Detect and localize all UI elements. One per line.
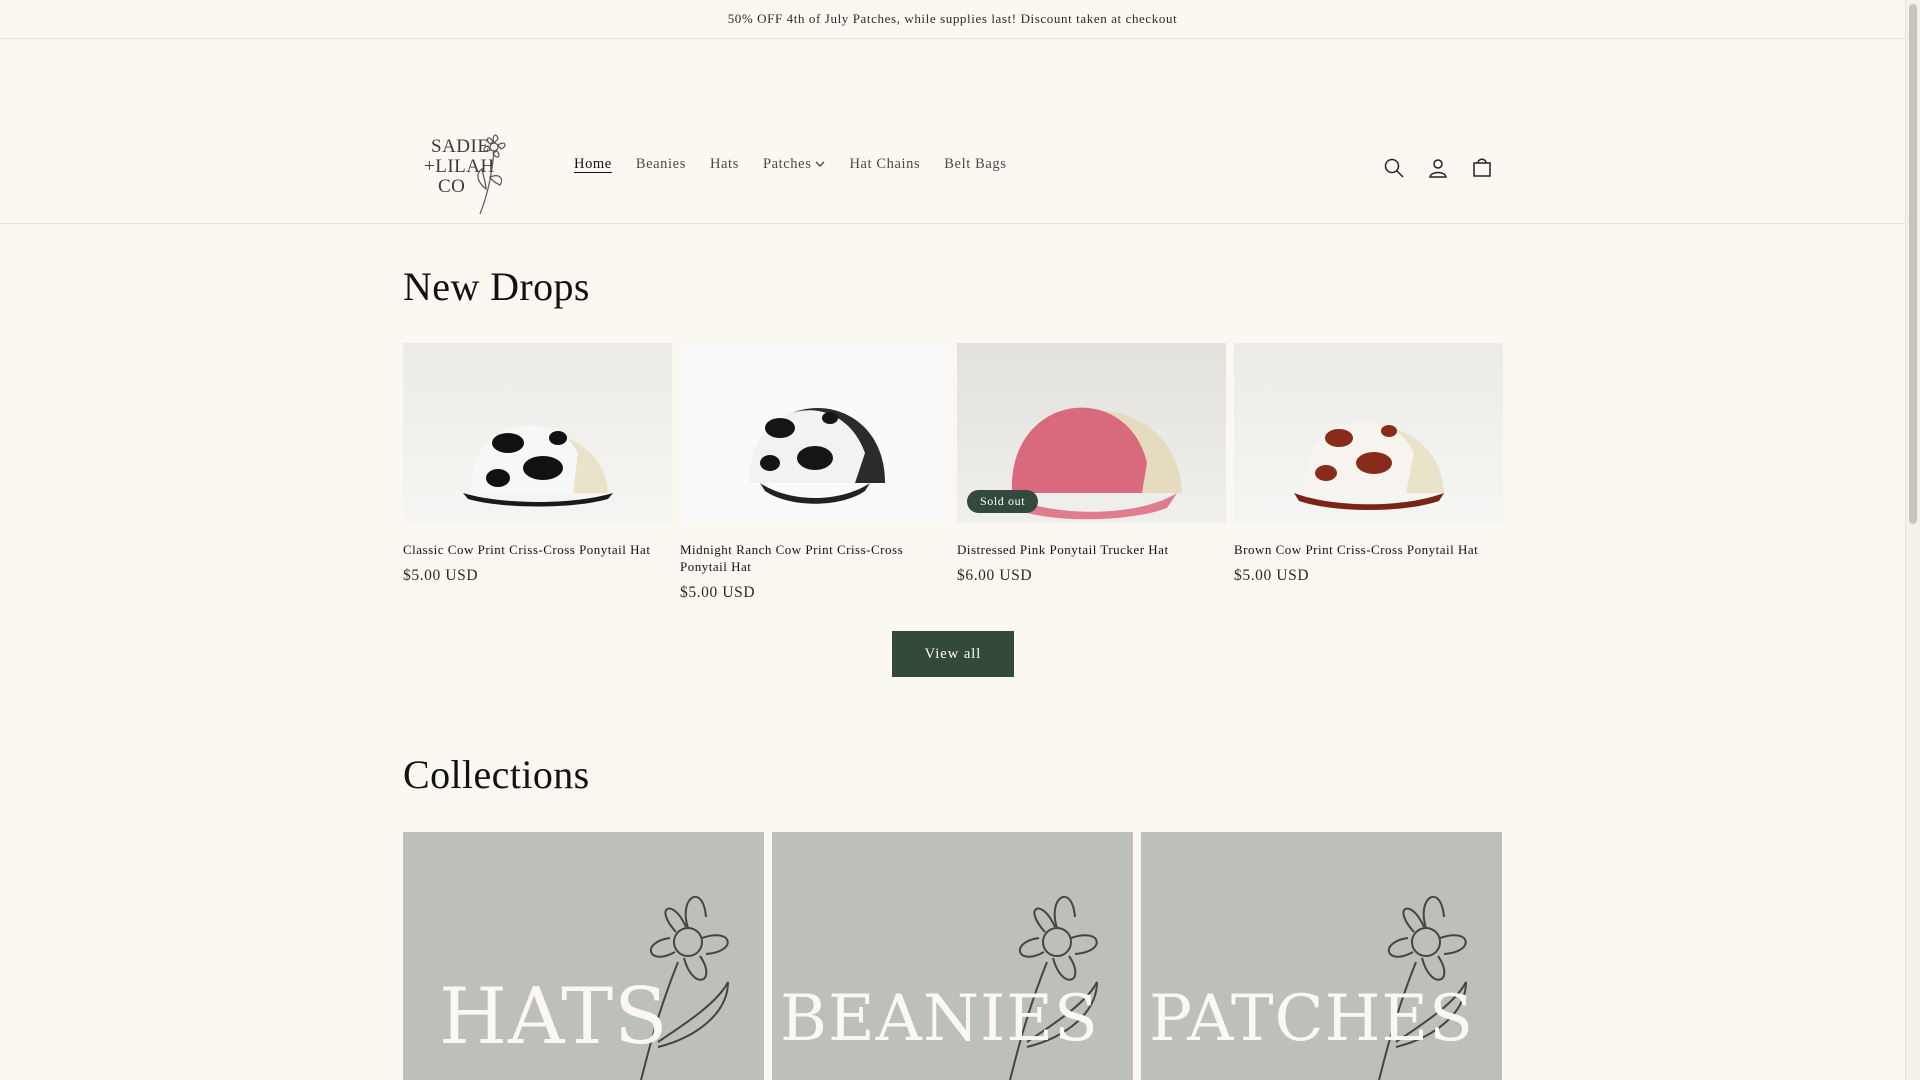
product-name: Midnight Ranch Cow Print Criss-Cross Pon…	[680, 542, 904, 574]
product-card[interactable]: Midnight Ranch Cow Print Criss-Cross Pon…	[680, 343, 949, 602]
collection-card-beanies[interactable]: BEANIES	[772, 832, 1133, 1080]
sold-out-badge: Sold out	[967, 490, 1039, 513]
scrollbar-thumb[interactable]	[1909, 4, 1917, 524]
product-name: Classic Cow Print Criss-Cross Ponytail H…	[403, 542, 651, 557]
store-logo[interactable]: SADIE +LILAH CO	[418, 89, 528, 215]
product-price: $6.00 USD	[957, 567, 1033, 584]
search-icon[interactable]	[1382, 156, 1406, 180]
scrollbar[interactable]	[1905, 0, 1920, 1080]
collection-card-hats[interactable]: HATS	[403, 832, 764, 1080]
page: 50% OFF 4th of July Patches, while suppl…	[0, 0, 1905, 1080]
nav-belt-bags[interactable]: Belt Bags	[932, 156, 1018, 173]
announcement-text: 50% OFF 4th of July Patches, while suppl…	[727, 11, 1178, 26]
chevron-down-icon	[815, 161, 825, 167]
nav-hat-chains-label: Hat Chains	[849, 156, 921, 172]
midnight-cow-print-hat-image	[749, 408, 885, 504]
nav-hats[interactable]: Hats	[698, 156, 751, 173]
nav-beanies-label: Beanies	[635, 156, 686, 172]
collection-card-patches[interactable]: PATCHES	[1141, 832, 1502, 1080]
product-card[interactable]: Brown Cow Print Criss-Cross Ponytail Hat…	[1234, 343, 1503, 602]
nav-belt-bags-label: Belt Bags	[944, 156, 1007, 172]
product-card[interactable]: Sold out Distressed Pink Ponytail Trucke…	[957, 343, 1226, 602]
collections-grid: HATS BEANIES PATCHES	[403, 832, 1502, 1080]
brown-cow-print-hat-image	[1294, 421, 1444, 510]
product-name: Brown Cow Print Criss-Cross Ponytail Hat	[1234, 542, 1479, 557]
product-grid: Classic Cow Print Criss-Cross Ponytail H…	[403, 343, 1503, 602]
cow-print-hat-image	[463, 425, 613, 507]
new-drops-title: New Drops	[403, 264, 590, 309]
nav-hat-chains[interactable]: Hat Chains	[837, 156, 932, 173]
account-icon[interactable]	[1426, 156, 1450, 180]
product-price: $5.00 USD	[403, 567, 479, 584]
collection-label: HATS	[439, 972, 669, 1062]
nav-beanies[interactable]: Beanies	[624, 156, 698, 173]
collection-label: BEANIES	[780, 982, 1099, 1056]
site-header: SADIE +LILAH CO Home Beanies Hats Patche…	[0, 39, 1905, 224]
nav-patches-label: Patches	[762, 156, 812, 172]
product-image	[680, 343, 949, 523]
product-image: Sold out	[957, 343, 1226, 523]
nav-home-label: Home	[574, 156, 612, 172]
nav-home[interactable]: Home	[562, 156, 624, 173]
collection-label: PATCHES	[1149, 982, 1474, 1056]
daffodil-logo-icon	[477, 134, 506, 215]
product-price: $5.00 USD	[680, 584, 756, 601]
header-icons	[1382, 156, 1494, 180]
cart-icon[interactable]	[1470, 156, 1494, 180]
collections-title: Collections	[403, 752, 590, 797]
announcement-bar: 50% OFF 4th of July Patches, while suppl…	[0, 0, 1905, 39]
nav-hats-label: Hats	[709, 156, 739, 172]
product-image	[403, 343, 672, 523]
product-price: $5.00 USD	[1234, 567, 1310, 584]
main-nav: Home Beanies Hats Patches Hat Chains Bel…	[562, 156, 1018, 173]
product-card[interactable]: Classic Cow Print Criss-Cross Ponytail H…	[403, 343, 672, 602]
product-image	[1234, 343, 1503, 523]
view-all-button[interactable]: View all	[892, 631, 1014, 677]
nav-patches[interactable]: Patches	[751, 156, 838, 173]
product-name: Distressed Pink Ponytail Trucker Hat	[957, 542, 1169, 557]
